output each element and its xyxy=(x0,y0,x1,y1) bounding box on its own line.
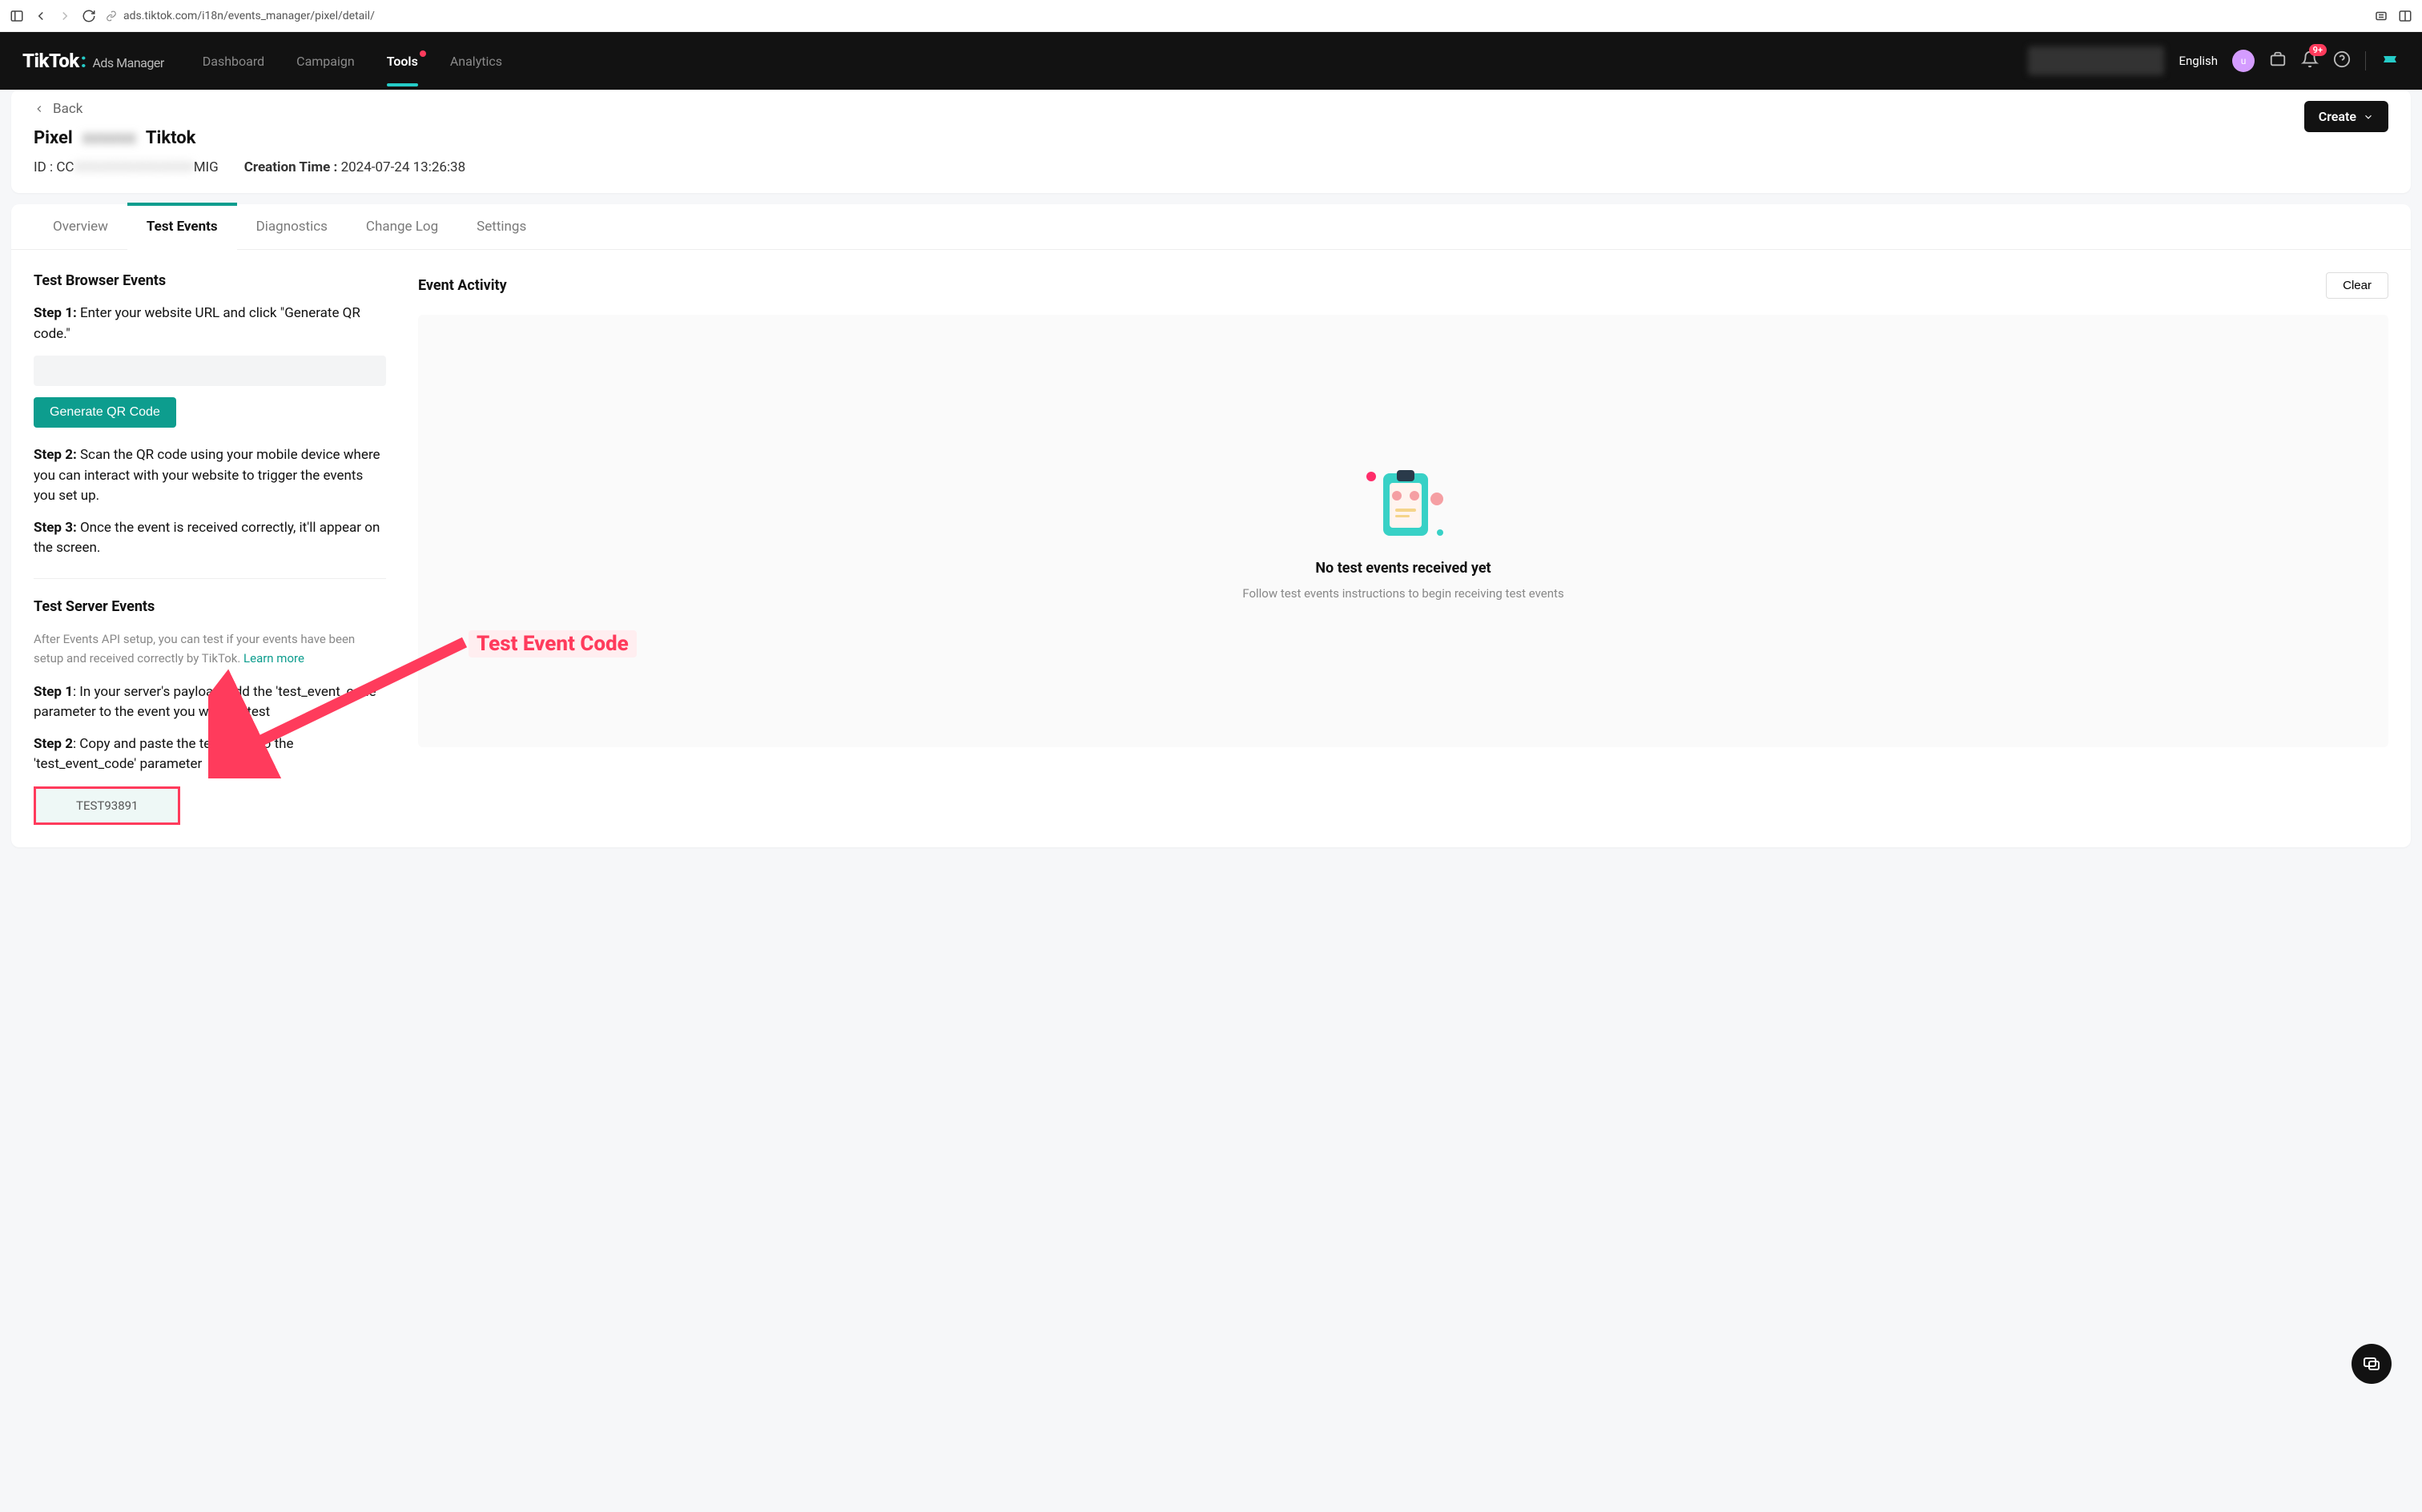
browser-step-3: Step 3: Once the event is received corre… xyxy=(34,518,386,559)
annotation-label: Test Event Code xyxy=(469,630,637,657)
nav-analytics[interactable]: Analytics xyxy=(450,54,502,69)
help-icon[interactable] xyxy=(2333,50,2351,71)
forward-icon xyxy=(58,9,72,23)
pixel-id: ID : CCXXXXXXXXXXXXXXMIG xyxy=(34,159,219,175)
event-activity-panel: No test events received yet Follow test … xyxy=(418,315,2388,747)
top-navigation: TikTok: Ads Manager Dashboard Campaign T… xyxy=(0,32,2422,90)
pixel-title: Pixel xxxxxx Tiktok xyxy=(34,128,2388,148)
sidebar-toggle-icon[interactable] xyxy=(10,9,24,23)
tab-diagnostics[interactable]: Diagnostics xyxy=(237,204,347,249)
server-step-1: Step 1: In your server's payload, add th… xyxy=(34,682,386,723)
tab-overview[interactable]: Overview xyxy=(34,204,127,249)
tabs: Overview Test Events Diagnostics Change … xyxy=(11,204,2411,250)
nav-campaign[interactable]: Campaign xyxy=(296,54,355,69)
test-server-events-title: Test Server Events xyxy=(34,598,386,615)
event-activity-title: Event Activity xyxy=(418,277,507,294)
empty-state-illustration xyxy=(1363,462,1443,542)
divider xyxy=(34,578,386,579)
create-button[interactable]: Create xyxy=(2304,101,2388,132)
tab-test-events[interactable]: Test Events xyxy=(127,204,237,249)
clear-button[interactable]: Clear xyxy=(2326,272,2388,299)
browser-step-2: Step 2: Scan the QR code using your mobi… xyxy=(34,445,386,507)
chat-icon xyxy=(2362,1354,2381,1373)
back-label: Back xyxy=(53,101,82,117)
tabs-icon[interactable] xyxy=(2398,9,2412,23)
link-icon xyxy=(106,10,117,22)
test-event-code-box[interactable]: TEST93891 xyxy=(34,786,180,825)
tab-settings[interactable]: Settings xyxy=(457,204,545,249)
account-selector[interactable] xyxy=(2028,46,2164,75)
chat-fab-button[interactable] xyxy=(2352,1344,2392,1384)
logo[interactable]: TikTok: Ads Manager xyxy=(22,50,164,72)
tab-change-log[interactable]: Change Log xyxy=(347,204,457,249)
tickets-icon[interactable] xyxy=(2380,50,2400,72)
chevron-down-icon xyxy=(2363,111,2374,123)
divider xyxy=(2365,51,2366,70)
pixel-header-card: Back Pixel xxxxxx Tiktok ID : CCXXXXXXXX… xyxy=(11,90,2411,193)
creation-time: Creation Time : 2024-07-24 13:26:38 xyxy=(244,159,465,175)
empty-state-subtitle: Follow test events instructions to begin… xyxy=(1242,586,1563,601)
notification-badge: 9+ xyxy=(2309,44,2327,56)
browser-step-1: Step 1: Enter your website URL and click… xyxy=(34,304,386,344)
url-text: ads.tiktok.com/i18n/events_manager/pixel… xyxy=(123,10,375,22)
language-selector[interactable]: English xyxy=(2179,54,2218,68)
chevron-left-icon xyxy=(34,103,45,115)
website-url-input[interactable] xyxy=(34,356,386,386)
browser-toolbar: ads.tiktok.com/i18n/events_manager/pixel… xyxy=(0,0,2422,32)
back-icon[interactable] xyxy=(34,9,48,23)
generate-qr-button[interactable]: Generate QR Code xyxy=(34,397,176,428)
business-center-icon[interactable] xyxy=(2269,50,2287,71)
content-card: Overview Test Events Diagnostics Change … xyxy=(11,204,2411,847)
notifications-icon[interactable]: 9+ xyxy=(2301,50,2319,71)
avatar[interactable]: u xyxy=(2232,50,2255,72)
server-events-description: After Events API setup, you can test if … xyxy=(34,629,386,668)
back-link[interactable]: Back xyxy=(34,101,82,117)
notification-dot-icon xyxy=(420,50,426,57)
address-bar[interactable]: ads.tiktok.com/i18n/events_manager/pixel… xyxy=(106,10,2364,22)
learn-more-link[interactable]: Learn more xyxy=(243,651,304,666)
nav-tools[interactable]: Tools xyxy=(387,54,418,69)
reload-icon[interactable] xyxy=(82,9,96,23)
test-browser-events-title: Test Browser Events xyxy=(34,272,386,289)
logo-subtext: Ads Manager xyxy=(92,55,163,70)
empty-state-title: No test events received yet xyxy=(1315,560,1491,577)
server-step-2: Step 2: Copy and paste the test code to … xyxy=(34,734,386,775)
nav-dashboard[interactable]: Dashboard xyxy=(203,54,264,69)
logo-text: TikTok xyxy=(22,50,79,72)
extension-icon[interactable] xyxy=(2374,9,2388,23)
